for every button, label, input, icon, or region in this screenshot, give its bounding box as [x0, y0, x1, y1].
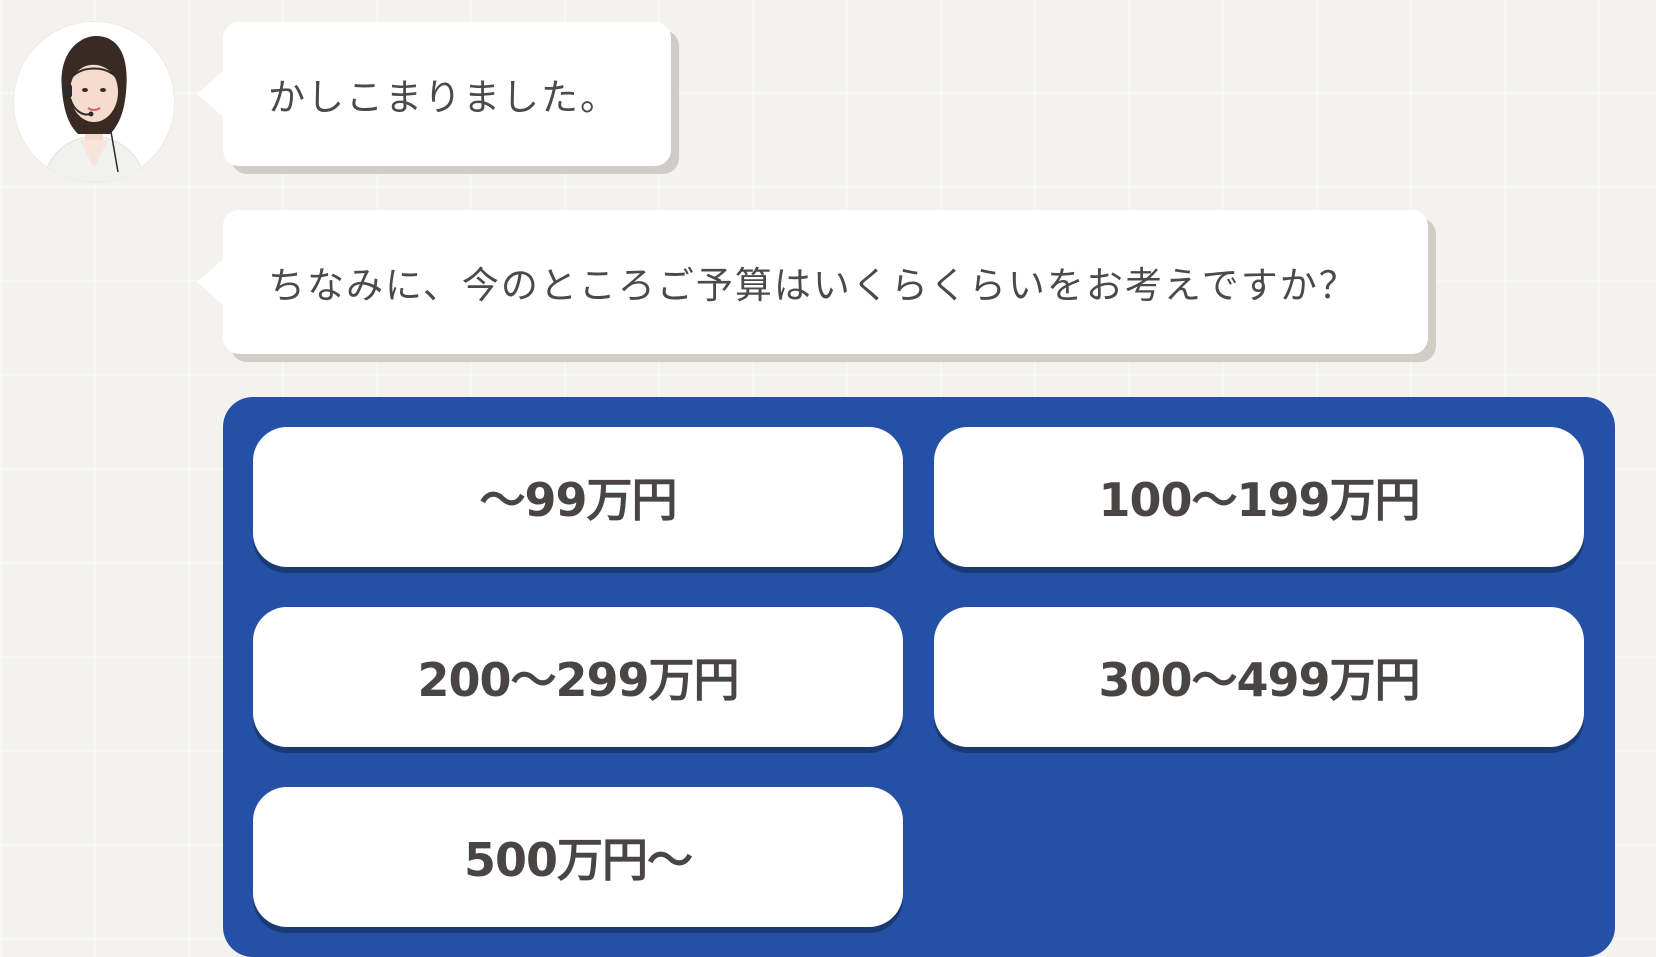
operator-avatar-icon	[14, 22, 174, 182]
operator-avatar	[14, 22, 174, 182]
chat-message-budget-question: ちなみに、今のところご予算はいくらくらいをお考えですか？	[197, 210, 1428, 354]
chat-message-acknowledgement: かしこまりました。	[197, 22, 671, 166]
budget-options-panel: 〜99万円 100〜199万円 200〜299万円 300〜499万円 500万…	[223, 397, 1615, 957]
budget-option-under-99[interactable]: 〜99万円	[253, 427, 903, 567]
budget-option-300-499[interactable]: 300〜499万円	[934, 607, 1584, 747]
budget-option-100-199[interactable]: 100〜199万円	[934, 427, 1584, 567]
chat-message-text: ちなみに、今のところご予算はいくらくらいをお考えですか？	[268, 264, 1358, 307]
chat-message-text: かしこまりました。	[268, 76, 619, 119]
budget-option-500-plus[interactable]: 500万円〜	[253, 787, 903, 927]
budget-option-200-299[interactable]: 200〜299万円	[253, 607, 903, 747]
